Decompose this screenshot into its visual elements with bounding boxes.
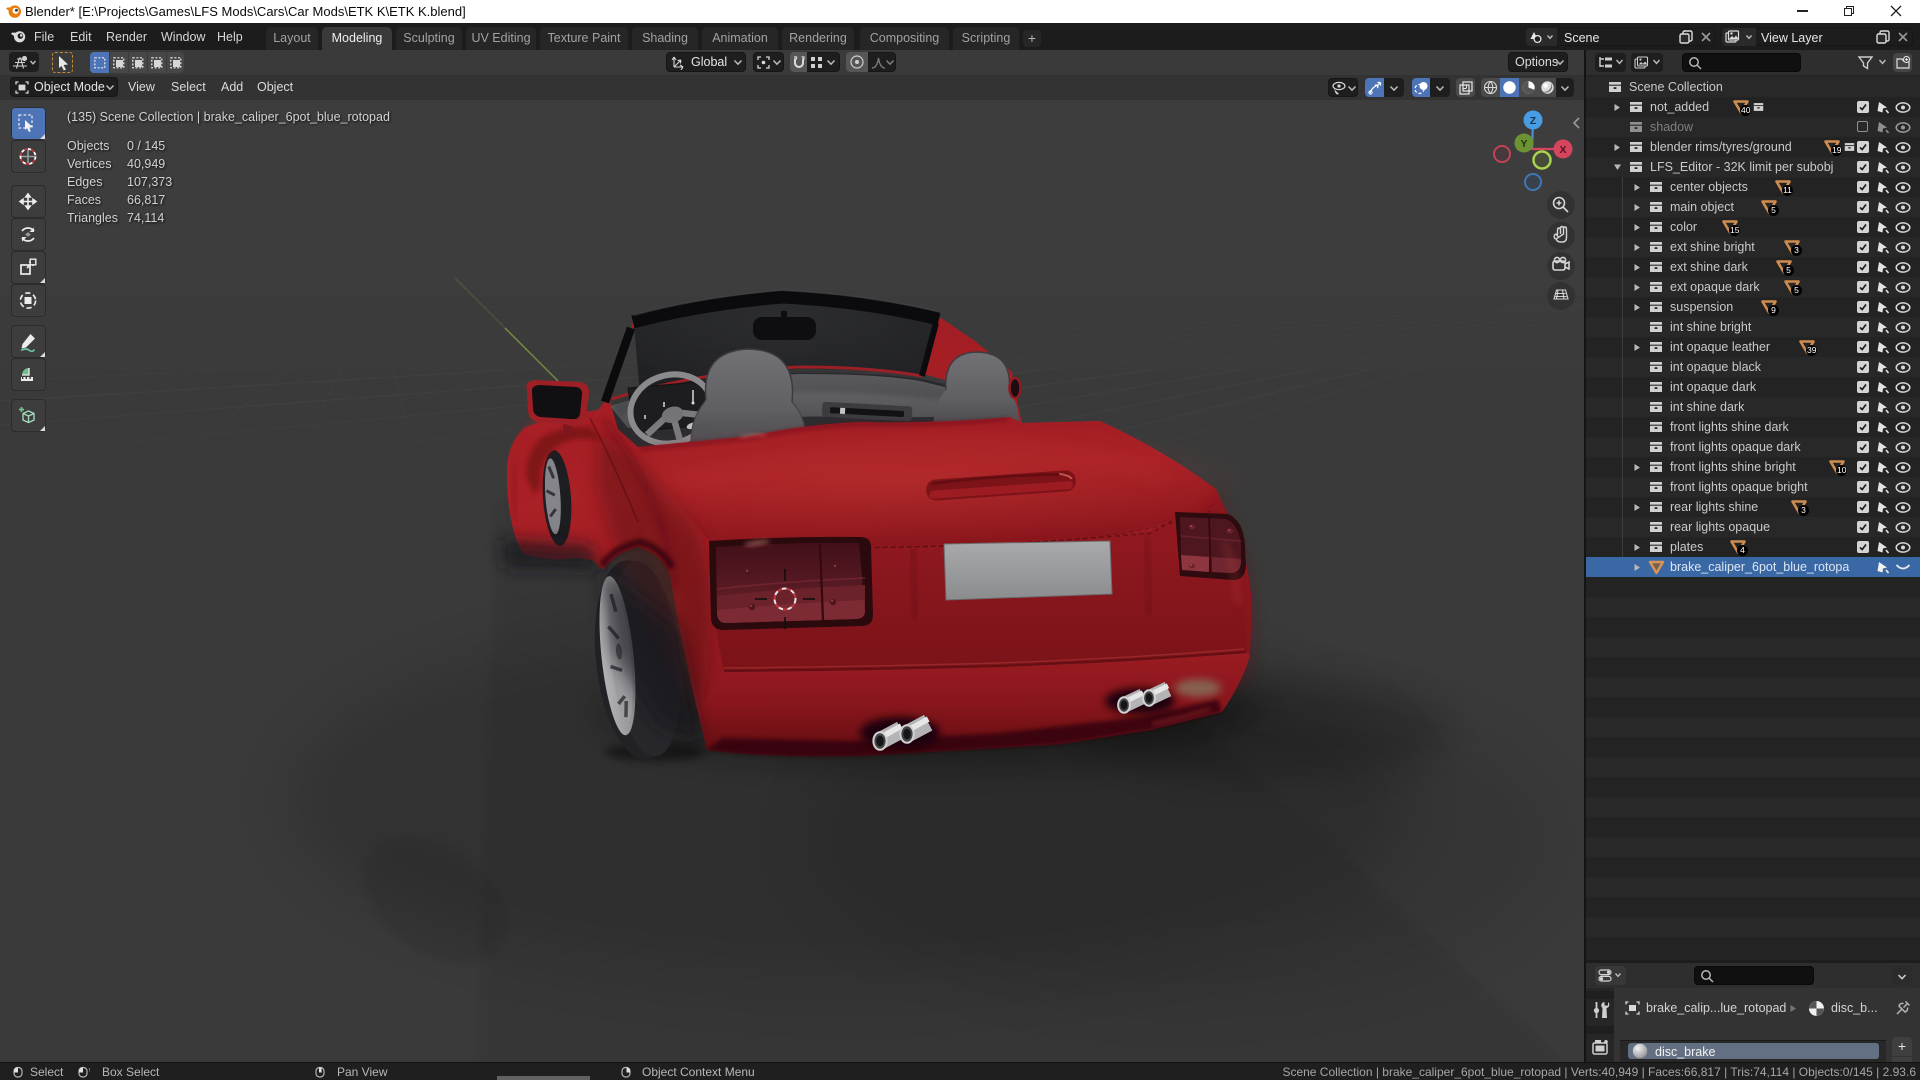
svg-text:Z: Z <box>1530 115 1537 127</box>
svg-text:X: X <box>1559 144 1566 156</box>
svg-text:Y: Y <box>1520 138 1527 150</box>
